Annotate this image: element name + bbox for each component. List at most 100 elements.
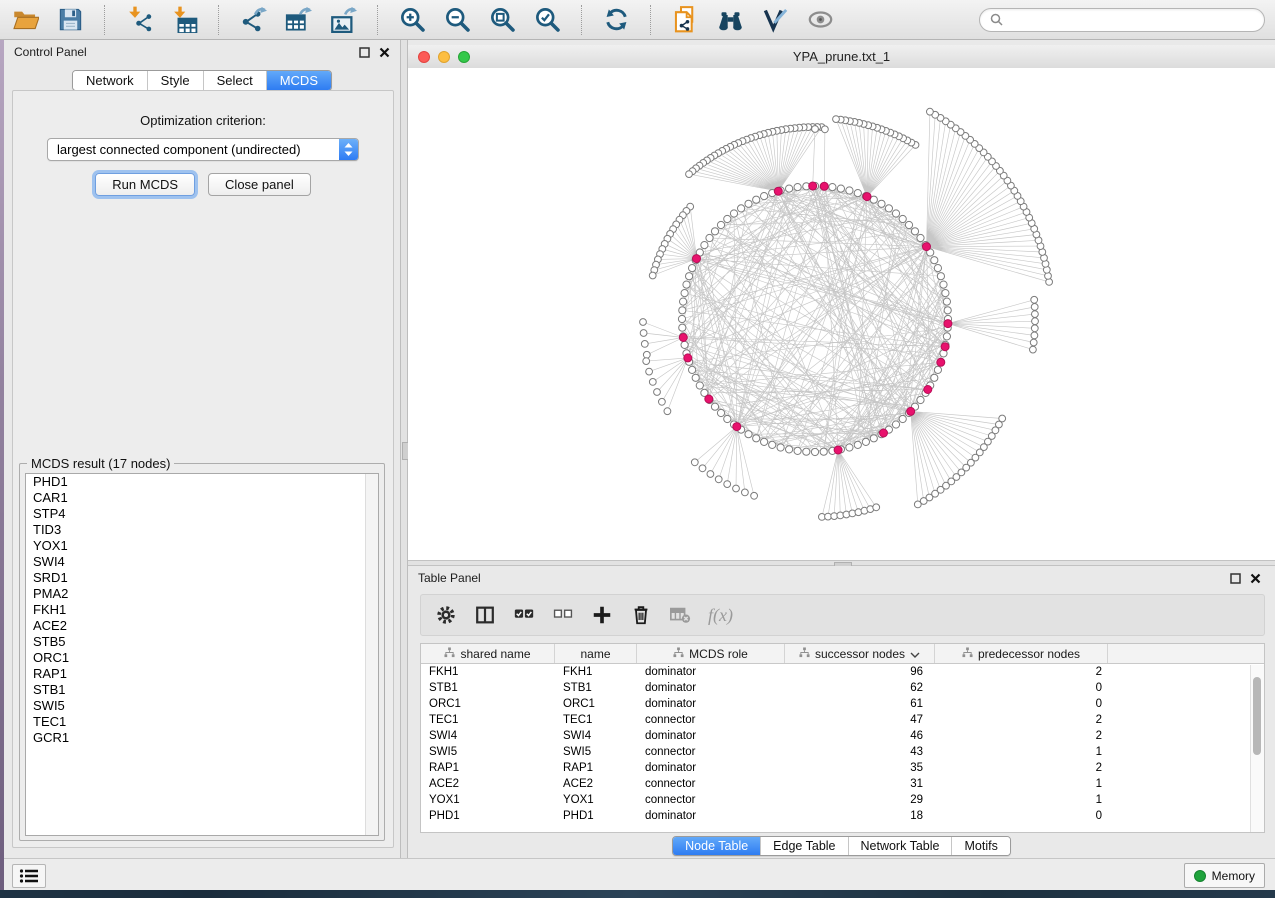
export-network-button[interactable] (238, 4, 269, 35)
mcds-result-item[interactable]: ORC1 (26, 650, 378, 666)
column-header-MCDS-role[interactable]: MCDS role (637, 644, 785, 663)
mcds-result-item[interactable]: GCR1 (26, 730, 378, 746)
zoom-selected-icon (534, 6, 561, 33)
export-table-button[interactable] (283, 4, 314, 35)
sort-desc-icon (910, 647, 920, 661)
node-table[interactable]: shared namenameMCDS role successor nodes p… (420, 643, 1265, 833)
split-view-icon (474, 604, 496, 626)
mcds-result-item[interactable]: STP4 (26, 506, 378, 522)
close-panel-icon[interactable] (379, 47, 390, 58)
mcds-result-list[interactable]: PHD1CAR1STP4TID3YOX1SWI4SRD1PMA2FKH1ACE2… (25, 473, 379, 836)
task-history-button[interactable] (12, 864, 46, 888)
column-header-name[interactable]: name (555, 644, 637, 663)
split-view-button[interactable] (474, 604, 496, 626)
tab-style[interactable]: Style (147, 71, 203, 90)
mcds-result-item[interactable]: STB5 (26, 634, 378, 650)
tab-node-table[interactable]: Node Table (673, 837, 760, 855)
new-network-from-selection-icon (672, 6, 699, 33)
float-panel-icon[interactable] (1230, 573, 1241, 584)
table-cell: SWI5 (555, 746, 637, 758)
export-image-icon (330, 6, 357, 33)
deselect-all-button[interactable] (552, 604, 574, 626)
mcds-result-item[interactable]: SRD1 (26, 570, 378, 586)
tab-edge-table[interactable]: Edge Table (760, 837, 847, 855)
zoom-selected-button[interactable] (532, 4, 563, 35)
mcds-result-item[interactable]: TEC1 (26, 714, 378, 730)
import-table-button[interactable] (169, 4, 200, 35)
table-row[interactable]: RAP1RAP1dominator352 (421, 760, 1264, 776)
toolbar-separator (650, 5, 652, 35)
mcds-result-item[interactable]: STB1 (26, 682, 378, 698)
scrollbar-thumb[interactable] (1253, 677, 1261, 755)
delete-column-button[interactable] (630, 604, 652, 626)
mcds-result-item[interactable]: YOX1 (26, 538, 378, 554)
mcds-result-groupbox: MCDS result (17 nodes) PHD1CAR1STP4TID3Y… (19, 463, 385, 841)
hide-panels-button[interactable] (805, 4, 836, 35)
table-scrollbar[interactable] (1250, 665, 1264, 832)
table-row[interactable]: YOX1YOX1connector291 (421, 792, 1264, 808)
select-all-button[interactable] (513, 604, 535, 626)
export-image-button[interactable] (328, 4, 359, 35)
save-session-button[interactable] (55, 4, 86, 35)
table-row[interactable]: TEC1TEC1connector472 (421, 712, 1264, 728)
open-session-button[interactable] (10, 4, 41, 35)
tab-mcds[interactable]: MCDS (266, 71, 331, 90)
mcds-result-item[interactable]: FKH1 (26, 602, 378, 618)
column-settings-button[interactable] (435, 604, 457, 626)
control-panel-tabs: NetworkStyleSelectMCDS (72, 70, 332, 91)
mcds-result-item[interactable]: ACE2 (26, 618, 378, 634)
table-row[interactable]: ACE2ACE2connector311 (421, 776, 1264, 792)
mcds-tab-content: Optimization criterion: largest connecte… (12, 90, 394, 848)
import-network-button[interactable] (124, 4, 155, 35)
column-label: successor nodes (815, 647, 905, 661)
mcds-result-item[interactable]: RAP1 (26, 666, 378, 682)
zoom-out-button[interactable] (442, 4, 473, 35)
graphics-details-button[interactable] (760, 4, 791, 35)
mcds-result-item[interactable]: SWI4 (26, 554, 378, 570)
network-window-titlebar[interactable]: YPA_prune.txt_1 (408, 45, 1275, 69)
table-row[interactable]: SWI5SWI5connector431 (421, 744, 1264, 760)
table-row[interactable]: ORC1ORC1dominator610 (421, 696, 1264, 712)
optimization-select[interactable]: largest connected component (undirected) (47, 138, 359, 161)
table-cell: RAP1 (421, 762, 555, 774)
tab-select[interactable]: Select (203, 71, 266, 90)
table-cell: 96 (785, 666, 935, 678)
table-row[interactable]: PHD1PHD1dominator180 (421, 808, 1264, 824)
first-neighbors-button[interactable] (715, 4, 746, 35)
float-panel-icon[interactable] (359, 47, 370, 58)
mcds-result-item[interactable]: SWI5 (26, 698, 378, 714)
zoom-in-button[interactable] (397, 4, 428, 35)
search-input[interactable] (1009, 12, 1254, 28)
network-canvas[interactable] (408, 68, 1275, 560)
table-row[interactable]: STB1STB1dominator620 (421, 680, 1264, 696)
table-cell: dominator (637, 666, 785, 678)
tab-motifs[interactable]: Motifs (951, 837, 1009, 855)
memory-button[interactable]: Memory (1184, 863, 1265, 888)
network-window-title: YPA_prune.txt_1 (408, 49, 1275, 64)
mcds-result-item[interactable]: PHD1 (26, 474, 378, 490)
table-cell: dominator (637, 682, 785, 694)
mcds-result-item[interactable]: PMA2 (26, 586, 378, 602)
close-panel-button[interactable]: Close panel (208, 173, 311, 196)
mcds-list-scrollbar[interactable] (365, 474, 378, 835)
control-panel-title: Control Panel (14, 45, 87, 59)
column-header-successor-nodes[interactable]: successor nodes (785, 644, 935, 663)
new-network-from-selection-button[interactable] (670, 4, 701, 35)
add-column-button[interactable] (591, 604, 613, 626)
mcds-result-item[interactable]: CAR1 (26, 490, 378, 506)
mcds-result-item[interactable]: TID3 (26, 522, 378, 538)
search-box[interactable] (979, 8, 1265, 32)
zoom-fit-button[interactable] (487, 4, 518, 35)
run-mcds-button[interactable]: Run MCDS (95, 173, 195, 196)
tab-network-table[interactable]: Network Table (848, 837, 952, 855)
table-row[interactable]: SWI4SWI4dominator462 (421, 728, 1264, 744)
vertical-splitter[interactable] (400, 40, 408, 858)
table-row[interactable]: FKH1FKH1dominator962 (421, 664, 1264, 680)
close-panel-icon[interactable] (1250, 573, 1261, 584)
table-cell: 47 (785, 714, 935, 726)
apply-layout-button[interactable] (601, 4, 632, 35)
column-header-predecessor-nodes[interactable]: predecessor nodes (935, 644, 1108, 663)
tab-network[interactable]: Network (73, 71, 147, 90)
app-main: Control Panel NetworkStyleSelectMCDS Opt… (4, 40, 1275, 858)
column-header-shared-name[interactable]: shared name (421, 644, 555, 663)
